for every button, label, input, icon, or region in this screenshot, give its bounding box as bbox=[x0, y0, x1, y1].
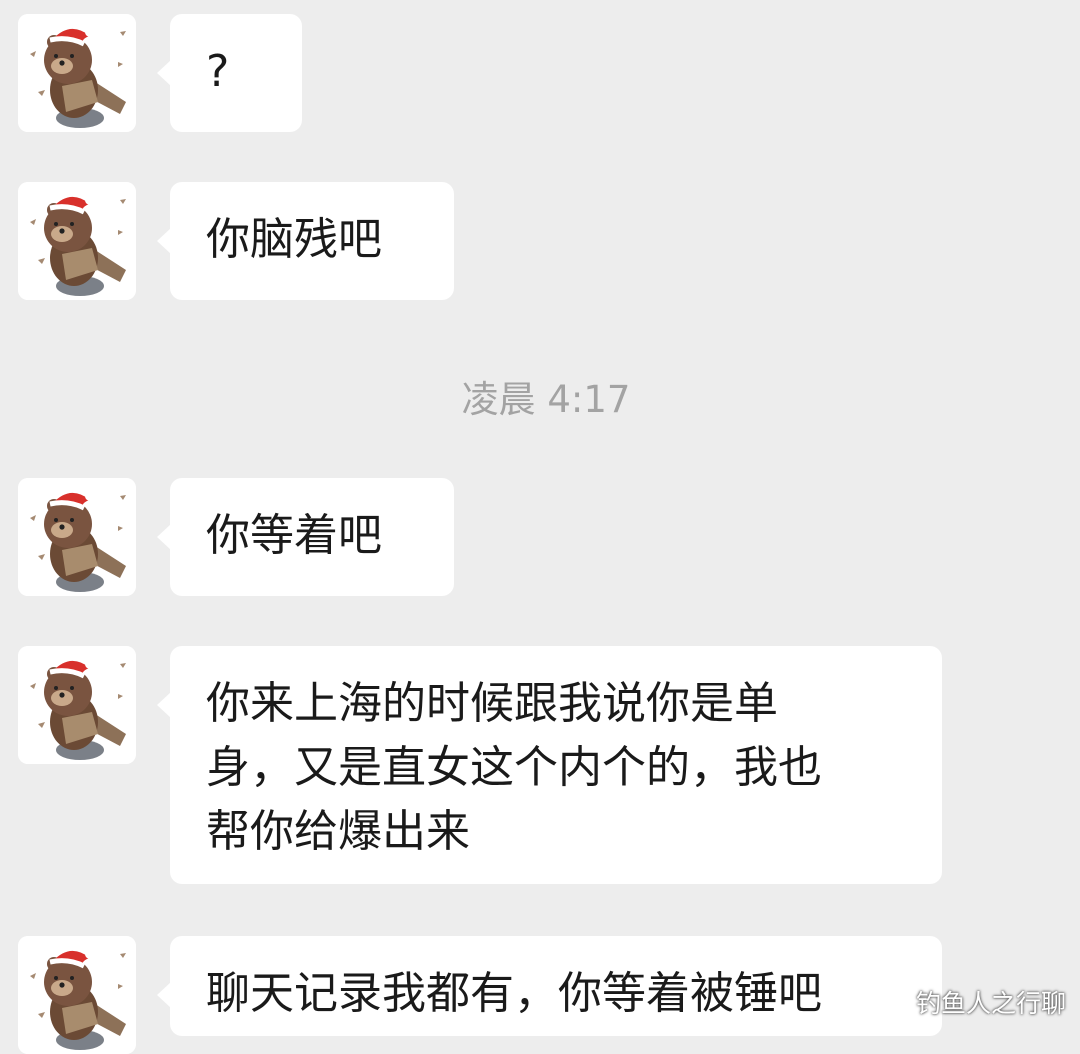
message-bubble[interactable]: 你来上海的时候跟我说你是单 身，又是直女这个内个的，我也 帮你给爆出来 bbox=[157, 646, 942, 884]
brown-bear-santa-hat-icon bbox=[18, 182, 136, 300]
brown-bear-santa-hat-icon bbox=[18, 478, 136, 596]
brown-bear-santa-hat-icon bbox=[18, 14, 136, 132]
brown-bear-santa-hat-icon bbox=[18, 646, 136, 764]
watermark: 钓鱼人之行聊 bbox=[915, 989, 1066, 1018]
contact-avatar[interactable] bbox=[18, 936, 136, 1054]
contact-avatar[interactable] bbox=[18, 182, 136, 300]
contact-avatar[interactable] bbox=[18, 478, 136, 596]
message-bubble[interactable]: 你脑残吧 bbox=[157, 182, 454, 300]
contact-avatar[interactable] bbox=[18, 14, 136, 132]
brown-bear-santa-hat-icon bbox=[18, 936, 136, 1054]
message-bubble[interactable]: ? bbox=[157, 14, 302, 132]
message-bubble[interactable]: 你等着吧 bbox=[157, 478, 454, 596]
timestamp: 凌晨 4:17 bbox=[461, 378, 631, 421]
contact-avatar[interactable] bbox=[18, 646, 136, 764]
chat-area[interactable]: ? 你脑残吧 凌晨 4:17 你等着吧 你来上海的时候跟我说你是单 身，又是直女… bbox=[0, 0, 1080, 1054]
message-bubble[interactable]: 聊天记录我都有，你等着被锤吧 bbox=[157, 936, 942, 1036]
